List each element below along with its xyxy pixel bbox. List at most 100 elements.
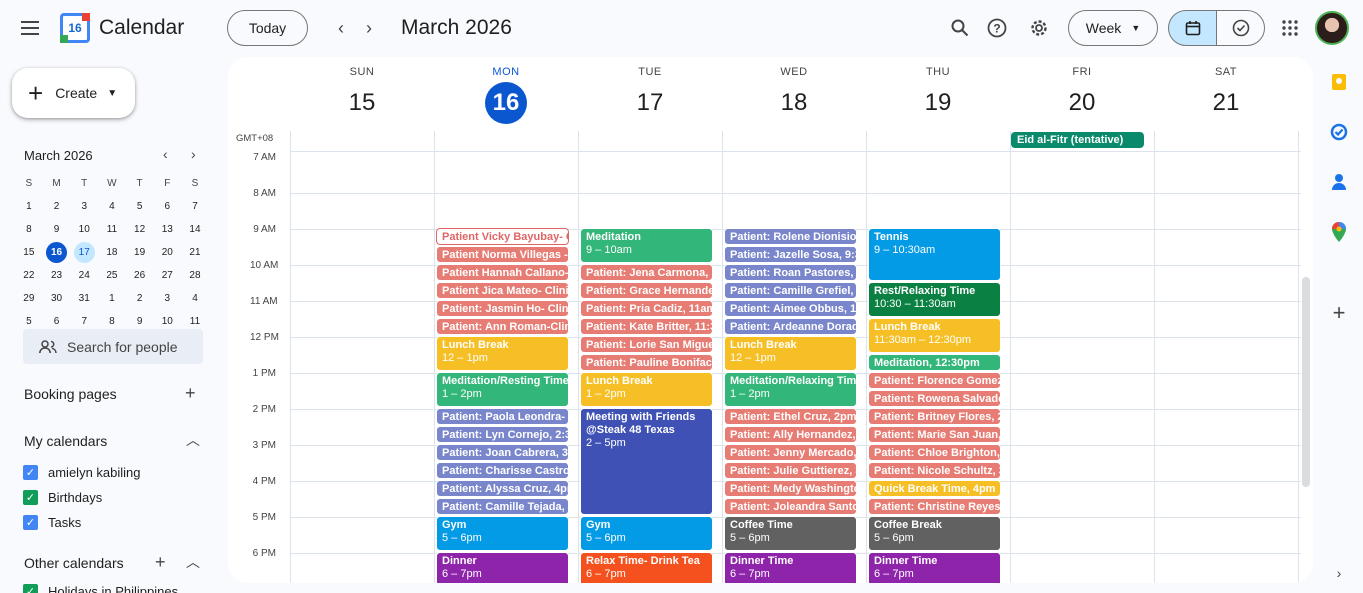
add-calendar-icon[interactable]: + [155,552,166,573]
calendar-view-toggle[interactable] [1168,10,1217,46]
mini-calendar-day[interactable]: 31 [70,287,98,310]
mini-calendar-day[interactable]: 25 [98,264,126,287]
mini-calendar-day[interactable]: 16 [46,242,68,263]
mini-calendar-day[interactable]: 18 [98,241,126,264]
day-number[interactable]: 20 [1061,82,1103,124]
mini-calendar-day[interactable]: 4 [181,287,209,310]
expand-panel-chevron-icon[interactable]: › [1329,563,1349,583]
calendar-event[interactable]: Patient: Christine Reyes, [868,498,1001,515]
calendar-event[interactable]: Meditation/Resting Time 1 – 2pm [436,372,569,407]
mini-calendar-day[interactable]: 19 [126,241,154,264]
calendar-event[interactable]: Patient: Medy Washingto [724,480,857,497]
calendar-event[interactable]: Patient: Florence Gomez [868,372,1001,389]
view-selector[interactable]: Week ▼ [1068,10,1158,46]
mini-calendar-day[interactable]: 26 [126,264,154,287]
mini-calendar-day[interactable]: 3 [70,195,98,218]
account-avatar[interactable] [1315,11,1349,45]
calendar-item-holidays[interactable]: ✓ Holidays in Philippines [23,584,178,593]
mini-calendar-day[interactable]: 10 [70,218,98,241]
mini-calendar-day[interactable]: 27 [153,264,181,287]
calendar-event[interactable]: Patient: Grace Hernande [580,282,713,299]
calendar-event[interactable]: Patient: Rolene Dionisio, [724,228,857,245]
day-header-mon[interactable]: MON 16 [434,57,578,124]
calendar-item-amielyn[interactable]: ✓ amielyn kabiling [23,465,141,480]
day-header-wed[interactable]: WED 18 [722,57,866,124]
mini-calendar-day[interactable]: 8 [15,218,43,241]
settings-gear-icon[interactable] [1023,12,1055,44]
maps-icon[interactable] [1329,222,1349,242]
calendar-event[interactable]: Patient: Julie Guttierez, 3 [724,462,857,479]
calendar-event[interactable]: Meditation/Relaxing Time 1 – 2pm [724,372,857,407]
calendar-event[interactable]: Tennis 9 – 10:30am [868,228,1001,281]
help-icon[interactable]: ? [981,12,1013,44]
my-calendars-heading[interactable]: My calendars [24,433,107,449]
previous-week-icon[interactable]: ‹ [329,16,353,40]
mini-calendar-day[interactable]: 29 [15,287,43,310]
calendar-event[interactable]: Patient: Charisse Castro, [436,462,569,479]
calendar-event[interactable]: Meeting with Friends @Steak 48 Texas 2 – … [580,408,713,515]
add-booking-page-icon[interactable]: + [185,383,196,404]
calendar-event[interactable]: Meditation 9 – 10am [580,228,713,263]
chevron-up-icon[interactable]: ︿ [186,430,200,450]
day-number[interactable]: 16 [485,82,527,124]
calendar-event[interactable]: Gym 5 – 6pm [436,516,569,551]
mini-calendar-day[interactable]: 30 [43,287,71,310]
tasks-view-toggle[interactable] [1216,10,1265,46]
day-number[interactable]: 15 [341,82,383,124]
day-number[interactable]: 18 [773,82,815,124]
calendar-event[interactable]: Gym 5 – 6pm [580,516,713,551]
calendar-event[interactable]: Lunch Break 1 – 2pm [580,372,713,407]
mini-calendar-next-icon[interactable]: › [191,146,196,162]
mini-calendar-day[interactable]: 1 [98,287,126,310]
tasks-icon[interactable] [1329,122,1349,142]
day-header-fri[interactable]: FRI 20 [1010,57,1154,124]
mini-calendar-day[interactable]: 15 [15,241,43,264]
mini-calendar-day[interactable]: 1 [15,195,43,218]
calendar-event[interactable]: Patient: Aimee Obbus, 11 [724,300,857,317]
chevron-up-icon[interactable]: ︿ [186,552,200,572]
day-number[interactable]: 17 [629,82,671,124]
calendar-item-tasks[interactable]: ✓ Tasks [23,515,81,530]
calendar-event[interactable]: Patient: Pria Cadiz, 11am [580,300,713,317]
mini-calendar-day[interactable]: 20 [153,241,181,264]
day-number[interactable]: 21 [1205,82,1247,124]
calendar-event[interactable]: Coffee Time 5 – 6pm [724,516,857,551]
keep-icon[interactable] [1329,72,1349,92]
contacts-icon[interactable] [1329,172,1349,192]
scrollbar[interactable] [1302,277,1310,487]
calendar-event[interactable]: Patient: Kate Britter, 11:3 [580,318,713,335]
day-header-sun[interactable]: SUN 15 [290,57,434,124]
mini-calendar-day[interactable]: 22 [15,264,43,287]
calendar-event[interactable]: Patient: Ardeanne Dorad [724,318,857,335]
calendar-event[interactable]: Patient: Britney Flores, 2 [868,408,1001,425]
calendar-event[interactable]: Relax Time- Drink Tea 6 – 7pm [580,552,713,583]
calendar-event[interactable]: Patient Hannah Callano- [436,264,569,281]
mini-calendar-day[interactable]: 17 [73,242,95,263]
mini-calendar-day[interactable]: 2 [43,195,71,218]
day-header-sat[interactable]: SAT 21 [1154,57,1298,124]
calendar-event[interactable]: Patient: Lorie San Migue [580,336,713,353]
calendar-event[interactable]: Quick Break Time, 4pm [868,480,1001,497]
calendar-event[interactable]: Dinner Time 6 – 7pm [724,552,857,583]
mini-calendar-day[interactable]: 13 [153,218,181,241]
mini-calendar-day[interactable]: 23 [43,264,71,287]
mini-calendar-day[interactable]: 7 [181,195,209,218]
mini-calendar-day[interactable]: 4 [98,195,126,218]
other-calendars-heading[interactable]: Other calendars [24,555,124,571]
calendar-event[interactable]: Dinner Time 6 – 7pm [868,552,1001,583]
mini-calendar-day[interactable]: 14 [181,218,209,241]
mini-calendar-day[interactable]: 5 [126,195,154,218]
mini-calendar-day[interactable]: 11 [98,218,126,241]
calendar-event[interactable]: Lunch Break 12 – 1pm [436,336,569,371]
calendar-event[interactable]: Coffee Break 5 – 6pm [868,516,1001,551]
mini-calendar-prev-icon[interactable]: ‹ [163,146,168,162]
mini-calendar-day[interactable]: 2 [126,287,154,310]
calendar-event[interactable]: Patient: Jenny Mercado, [724,444,857,461]
calendar-event[interactable]: Patient: Pauline Bonifacio [580,354,713,371]
main-menu-icon[interactable] [14,12,46,44]
calendar-event[interactable]: Patient: Chloe Brighton, [868,444,1001,461]
day-header-tue[interactable]: TUE 17 [578,57,722,124]
calendar-event[interactable]: Patient: Ethel Cruz, 2pm [724,408,857,425]
calendar-event[interactable]: Lunch Break 11:30am – 12:30pm [868,318,1001,353]
calendar-event[interactable]: Patient: Joan Cabrera, 3p [436,444,569,461]
